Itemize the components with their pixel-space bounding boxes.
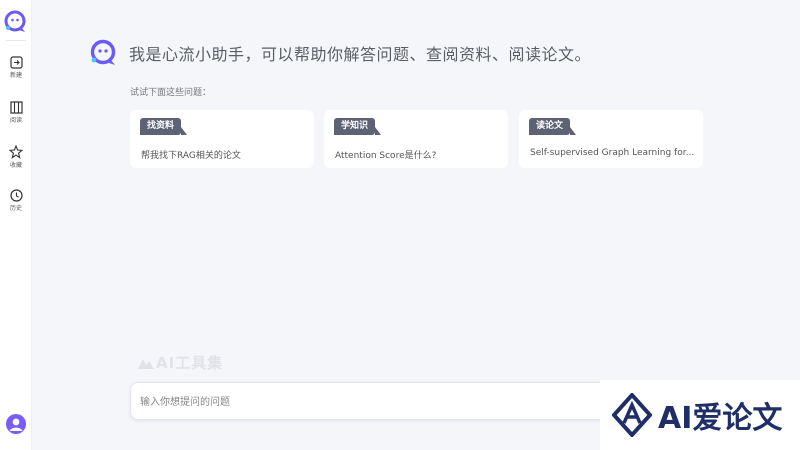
suggestion-card-find[interactable]: 找资料 帮我找下RAG相关的论文	[130, 110, 314, 168]
welcome-header: 我是心流小助手，可以帮助你解答问题、查阅资料、阅读论文。	[89, 38, 591, 68]
suggestion-tag: 学知识	[334, 118, 382, 135]
watermark-aitools: AI工具集	[136, 352, 223, 373]
user-icon	[9, 418, 23, 431]
suggestion-card-read[interactable]: 读论文 Self-supervised Graph Learning for..…	[519, 110, 703, 168]
collection-icon	[9, 145, 23, 159]
suggestion-question: Attention Score是什么?	[335, 151, 437, 161]
sidebar-item-label: 阅读	[9, 117, 22, 124]
brand-logo-icon	[612, 393, 652, 437]
sidebar-item-collect[interactable]: 收藏	[0, 145, 32, 181]
sidebar-item-label: 历史	[9, 205, 22, 212]
suggestion-question: 帮我找下RAG相关的论文	[141, 151, 241, 161]
suggestion-card-learn[interactable]: 学知识 Attention Score是什么?	[324, 110, 508, 168]
welcome-title: 我是心流小助手，可以帮助你解答问题、查阅资料、阅读论文。	[129, 45, 592, 64]
history-icon	[9, 189, 23, 202]
user-avatar[interactable]	[6, 414, 26, 434]
suggestions-hint: 试试下面这些问题：	[130, 88, 212, 98]
app-logo[interactable]	[4, 9, 28, 35]
sidebar-item-label: 收藏	[9, 162, 22, 169]
watermark-logo-icon	[138, 358, 154, 369]
suggestion-tag: 读论文	[529, 118, 577, 135]
brand-watermark: AI爱论文	[600, 380, 800, 450]
sidebar-item-label: 新建	[9, 72, 22, 79]
suggestion-question: Self-supervised Graph Learning for...	[530, 148, 695, 158]
sidebar-item-history[interactable]: 历史	[0, 189, 32, 225]
assistant-logo-icon	[90, 39, 116, 65]
sidebar-item-read[interactable]: 阅读	[0, 101, 32, 137]
sidebar-divider	[6, 40, 26, 41]
book-icon	[9, 101, 23, 114]
new-chat-icon	[9, 56, 23, 69]
sidebar: 新建 阅读 收藏 历史	[0, 0, 32, 450]
app-logo-icon	[4, 10, 26, 32]
sidebar-item-new[interactable]: 新建	[0, 56, 32, 92]
watermark-text: AI工具集	[156, 354, 224, 372]
brand-text: AI爱论文	[658, 401, 783, 436]
suggestion-tag: 找资料	[140, 118, 188, 135]
